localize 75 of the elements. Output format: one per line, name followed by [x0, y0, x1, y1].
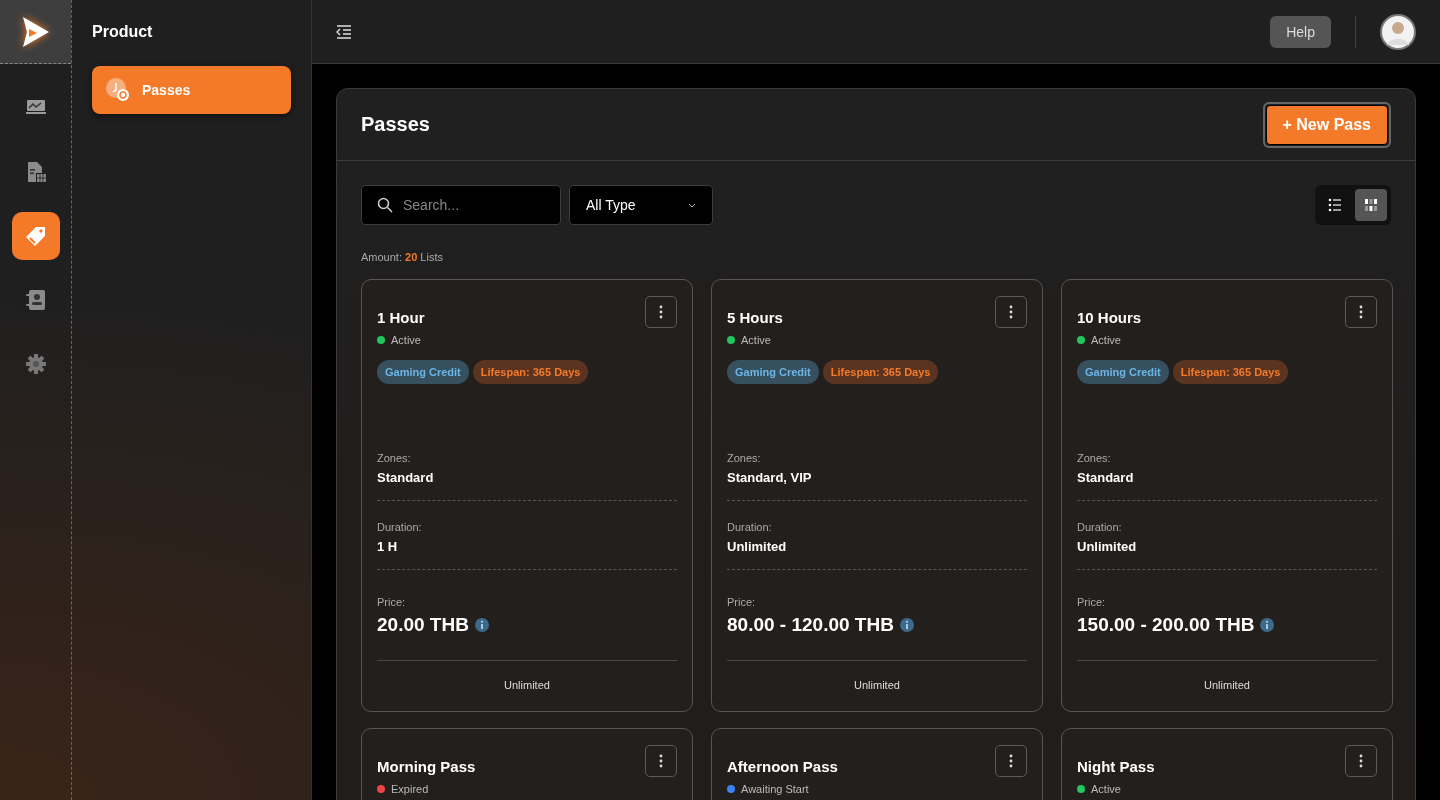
search-icon — [377, 197, 393, 213]
more-vertical-icon — [659, 305, 663, 319]
pass-title: Afternoon Pass — [727, 758, 838, 775]
clock-coin-icon — [106, 78, 130, 102]
usage-limit-text: Unlimited — [853, 679, 901, 691]
field-label: Zones: — [727, 452, 762, 464]
collapse-menu-icon[interactable] — [336, 24, 352, 39]
chevron-down-icon — [688, 202, 696, 208]
usage-limit-text: Unlimited — [1203, 679, 1251, 691]
more-vertical-icon — [1009, 305, 1013, 319]
type-tag: Gaming Credit — [377, 360, 469, 384]
logo-tile[interactable] — [0, 0, 71, 64]
pass-title: Morning Pass — [377, 758, 476, 775]
help-button[interactable]: Help — [1270, 15, 1331, 48]
price-value: 150.00 - 200.00 THB — [1077, 614, 1255, 636]
lifespan-tag: Lifespan: 365 Days — [822, 360, 939, 384]
more-button[interactable] — [1345, 745, 1377, 777]
document-calculator-icon — [25, 162, 46, 182]
type-tag: Gaming Credit — [727, 360, 819, 384]
status-text: Active — [391, 334, 421, 346]
more-button[interactable] — [995, 745, 1027, 777]
more-vertical-icon — [1009, 754, 1013, 768]
field-label: Duration: — [1077, 521, 1123, 533]
status-text: Active — [1091, 334, 1121, 346]
lifespan-tag: Lifespan: 365 Days — [1172, 360, 1289, 384]
status-text: Awaiting Start — [741, 783, 809, 795]
rail-nav-item[interactable] — [11, 212, 60, 260]
zones-value: Standard, VIP — [727, 470, 812, 485]
field-label: Price: — [1077, 596, 1107, 608]
duration-value: Unlimited — [1077, 539, 1137, 554]
more-button[interactable] — [1345, 296, 1377, 328]
price-value: 20.00 THB — [377, 614, 469, 636]
price-value: 80.00 - 120.00 THB — [727, 614, 894, 636]
info-icon — [899, 618, 914, 632]
field-label: Price: — [727, 596, 757, 608]
search-field[interactable]: Search... — [361, 185, 561, 225]
zones-value: Standard — [1077, 470, 1134, 485]
usage-limit-text: Unlimited — [503, 679, 551, 691]
field-label: Duration: — [727, 521, 773, 533]
type-dropdown[interactable]: All Type — [569, 185, 713, 225]
list-view-icon — [1328, 198, 1342, 212]
page-title: Passes — [361, 113, 430, 136]
more-vertical-icon — [659, 754, 663, 768]
contact-card-icon — [25, 290, 46, 310]
type-tag: Gaming Credit — [1077, 360, 1169, 384]
more-vertical-icon — [1359, 754, 1363, 768]
pass-title: 1 Hour — [377, 309, 425, 326]
field-label: Zones: — [1077, 452, 1112, 464]
more-button[interactable] — [645, 745, 677, 777]
status-text: Active — [1091, 783, 1121, 795]
settings-icon — [25, 354, 46, 374]
status-text: Active — [741, 334, 771, 346]
pass-title: Night Pass — [1077, 758, 1155, 775]
info-icon — [474, 618, 489, 632]
field-label: Duration: — [377, 521, 423, 533]
status-text: Expired — [391, 783, 429, 795]
duration-value: Unlimited — [727, 539, 787, 554]
info-icon — [1260, 618, 1275, 632]
field-label: Price: — [377, 596, 407, 608]
view-toggle-button[interactable] — [1355, 189, 1387, 221]
lifespan-tag: Lifespan: 365 Days — [472, 360, 589, 384]
tag-icon — [25, 226, 46, 246]
pass-title: 5 Hours — [727, 309, 783, 326]
grid-view-icon — [1364, 198, 1378, 212]
more-button[interactable] — [645, 296, 677, 328]
avatar-icon[interactable] — [1380, 13, 1416, 50]
more-button[interactable] — [995, 296, 1027, 328]
amount-text: Amount: 20 Lists — [361, 251, 444, 263]
logo-icon — [20, 14, 51, 49]
sidebar-title: Product — [92, 22, 154, 42]
duration-value: 1 H — [377, 539, 398, 554]
zones-value: Standard — [377, 470, 434, 485]
more-vertical-icon — [1359, 305, 1363, 319]
pass-title: 10 Hours — [1077, 309, 1142, 326]
field-label: Zones: — [377, 452, 412, 464]
